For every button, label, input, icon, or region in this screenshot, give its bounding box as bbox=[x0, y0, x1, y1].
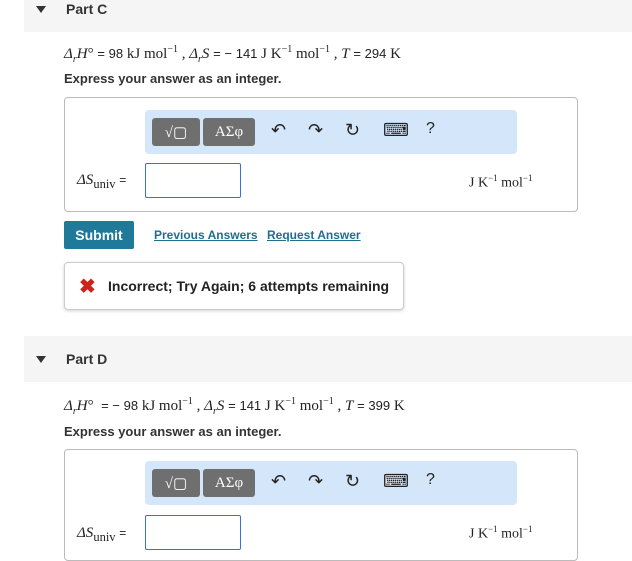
request-answer-link[interactable]: Request Answer bbox=[267, 228, 361, 242]
part-c-title: Part C bbox=[66, 1, 108, 17]
redo-icon[interactable]: ↷ bbox=[308, 471, 323, 492]
reset-icon[interactable]: ↻ bbox=[345, 471, 360, 492]
reset-icon[interactable]: ↻ bbox=[345, 120, 360, 141]
symbols-button[interactable]: ΑΣφ bbox=[203, 118, 255, 146]
templates-button[interactable]: √▢ bbox=[152, 469, 200, 497]
feedback-text: Incorrect; Try Again; 6 attempts remaini… bbox=[108, 278, 390, 294]
submit-button[interactable]: Submit bbox=[64, 221, 134, 249]
part-c-answer-box: √▢ ΑΣφ ↶ ↷ ↻ ⌨ ? ΔSuniv = J K−1 mol−1 bbox=[64, 97, 578, 212]
keyboard-icon[interactable]: ⌨ bbox=[383, 471, 409, 492]
answer-units: J K−1 mol−1 bbox=[469, 524, 533, 542]
answer-label: ΔSuniv = bbox=[77, 525, 127, 544]
part-d-answer-box: √▢ ΑΣφ ↶ ↷ ↻ ⌨ ? ΔSuniv = J K−1 mol−1 bbox=[64, 449, 578, 561]
answer-label: ΔSuniv = bbox=[77, 172, 127, 191]
collapse-caret-icon[interactable] bbox=[36, 355, 46, 363]
part-c-instruction: Express your answer as an integer. bbox=[64, 71, 282, 86]
templates-button[interactable]: √▢ bbox=[152, 118, 200, 146]
templates-icon: √▢ bbox=[164, 124, 188, 141]
previous-answers-link[interactable]: Previous Answers bbox=[154, 228, 258, 242]
part-c-header[interactable]: Part C bbox=[24, 0, 632, 32]
math-toolbar: √▢ ΑΣφ ↶ ↷ ↻ ⌨ ? bbox=[145, 110, 517, 154]
incorrect-x-icon: ✖ bbox=[79, 276, 96, 298]
templates-icon: √▢ bbox=[164, 475, 188, 492]
answer-input[interactable] bbox=[145, 515, 241, 550]
part-d-header[interactable]: Part D bbox=[24, 336, 632, 382]
part-d-title: Part D bbox=[66, 351, 108, 367]
redo-icon[interactable]: ↷ bbox=[308, 120, 323, 141]
collapse-caret-icon[interactable] bbox=[36, 5, 46, 13]
keyboard-icon[interactable]: ⌨ bbox=[383, 120, 409, 141]
math-toolbar: √▢ ΑΣφ ↶ ↷ ↻ ⌨ ? bbox=[145, 461, 517, 505]
help-icon[interactable]: ? bbox=[426, 120, 435, 138]
undo-icon[interactable]: ↶ bbox=[271, 120, 286, 141]
answer-input[interactable] bbox=[145, 163, 241, 198]
undo-icon[interactable]: ↶ bbox=[271, 471, 286, 492]
answer-units: J K−1 mol−1 bbox=[469, 173, 533, 191]
feedback-message: ✖ Incorrect; Try Again; 6 attempts remai… bbox=[64, 262, 404, 310]
part-d-given-values: ΔrH° = − 98 kJ mol−1 , ΔrS = 141 J K−1 m… bbox=[64, 396, 405, 417]
part-c-given-values: ΔrH° = 98 kJ mol−1 , ΔrS = − 141 J K−1 m… bbox=[64, 44, 401, 65]
help-icon[interactable]: ? bbox=[426, 471, 435, 489]
part-d-instruction: Express your answer as an integer. bbox=[64, 424, 282, 439]
symbols-button[interactable]: ΑΣφ bbox=[203, 469, 255, 497]
